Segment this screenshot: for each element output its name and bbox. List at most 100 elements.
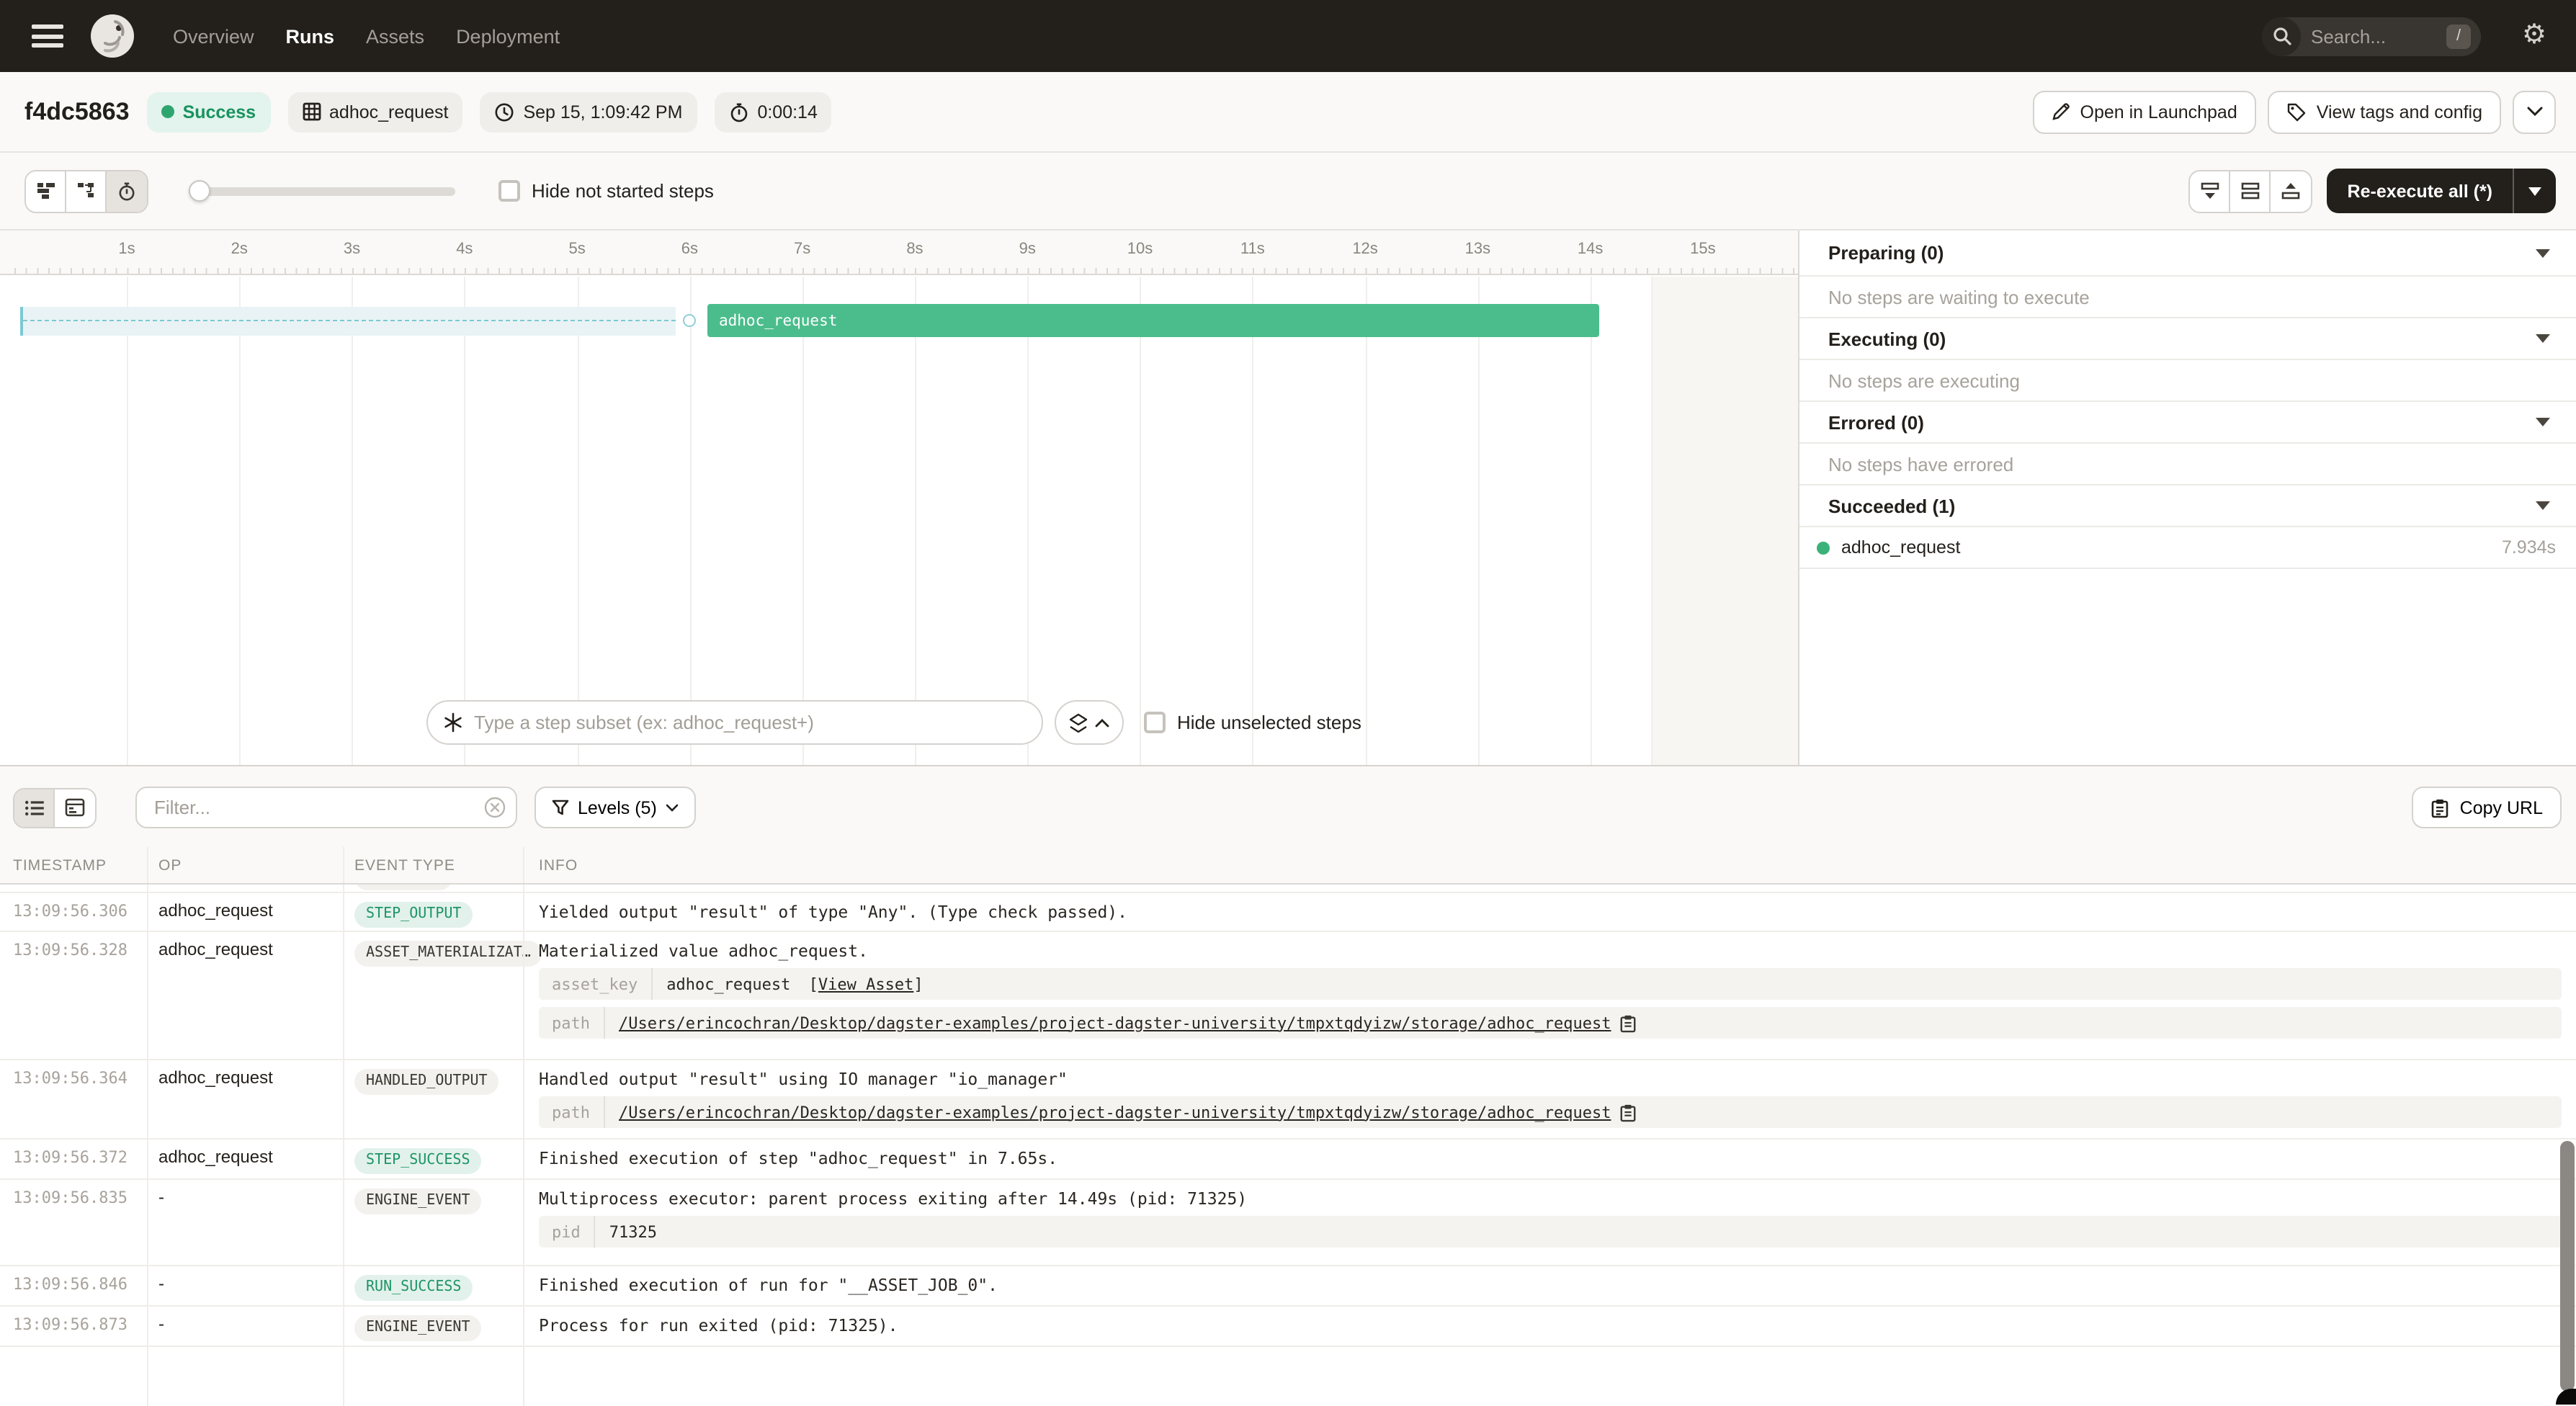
log-info-cell: Yielded output "result" of type "Any". (…: [523, 893, 2576, 931]
log-info-cell: Finished execution of run for "__ASSET_J…: [523, 1266, 2576, 1305]
log-row[interactable]: 13:09:56.835-ENGINE_EVENTMultiprocess ex…: [0, 1180, 2576, 1266]
log-row[interactable]: 13:09:56.364adhoc_requestHANDLED_OUTPUTH…: [0, 1060, 2576, 1139]
gear-icon[interactable]: ⚙: [2513, 14, 2556, 58]
path-link[interactable]: /Users/erincochran/Desktop/dagster-examp…: [619, 1103, 1611, 1121]
succeeded-step-row[interactable]: adhoc_request7.934s: [1799, 527, 2576, 569]
view-tags-and-config-button[interactable]: View tags and config: [2268, 90, 2501, 133]
gantt-time-axis: 1s2s3s4s5s6s7s8s9s10s11s12s13s14s15s: [0, 230, 1798, 275]
dagster-run-page: OverviewRunsAssetsDeployment / ⚙ f4dc586…: [0, 0, 2576, 1405]
zoom-slider[interactable]: [189, 187, 455, 195]
copy-url-button[interactable]: Copy URL: [2412, 787, 2562, 828]
panel-section-title: Errored (0): [1828, 411, 1924, 433]
zoom-slider-knob[interactable]: [189, 179, 210, 201]
dependency-marker-icon: [683, 314, 696, 327]
axis-gridline: [352, 277, 354, 765]
axis-tick: 5s: [568, 241, 585, 258]
caret-down-icon: [2536, 248, 2550, 257]
op-selector-icon: [442, 712, 464, 733]
nav-item-deployment[interactable]: Deployment: [456, 25, 560, 47]
flat-view-icon: [35, 182, 55, 200]
panel-section-succeeded[interactable]: Succeeded (1): [1799, 485, 2576, 527]
log-row[interactable]: 13:09:56.306adhoc_requestSTEP_OUTPUTYiel…: [0, 893, 2576, 932]
nav-item-overview[interactable]: Overview: [173, 25, 254, 47]
levels-filter-button[interactable]: Levels (5): [535, 787, 696, 828]
log-row[interactable]: 13:09:56.328adhoc_requestASSET_MATERIALI…: [0, 932, 2576, 1060]
dagster-logo-icon[interactable]: [89, 13, 135, 59]
log-toolbar: Levels (5) Copy URL: [0, 785, 2576, 830]
log-info-text: Handled output "result" using IO manager…: [539, 1069, 2562, 1089]
chevron-down-icon: [666, 803, 679, 812]
metadata-entry-asset_key: asset_keyadhoc_request [View Asset]: [539, 968, 2562, 1000]
hide-not-started-label[interactable]: Hide not started steps: [532, 180, 714, 202]
timed-view-button[interactable]: [107, 171, 147, 211]
axis-gridline: [127, 277, 128, 765]
axis-tick: 12s: [1352, 241, 1378, 258]
log-timestamp: 13:09:56.873: [0, 1307, 147, 1345]
copy-path-button[interactable]: [1620, 1103, 1637, 1121]
open-in-launchpad-button[interactable]: Open in Launchpad: [2033, 90, 2256, 133]
clock-icon: [494, 102, 514, 122]
path-link[interactable]: /Users/erincochran/Desktop/dagster-examp…: [619, 1013, 1611, 1032]
collapse-panel-button[interactable]: [2191, 171, 2231, 211]
log-section: Levels (5) Copy URL TIMESTAMP OP EVENT T…: [0, 765, 2576, 1405]
status-dot-icon: [161, 105, 174, 118]
panel-empty-text: No steps are executing: [1799, 360, 2576, 402]
after-run-region: [1651, 277, 1798, 765]
flat-view-button[interactable]: [26, 171, 66, 211]
split-panel-button[interactable]: [2231, 171, 2271, 211]
hide-not-started-checkbox[interactable]: [498, 180, 520, 202]
structured-view-button[interactable]: [55, 789, 95, 826]
log-row[interactable]: 13:09:56.372adhoc_requestSTEP_SUCCESSFin…: [0, 1139, 2576, 1180]
view-asset-link[interactable]: View Asset: [818, 975, 913, 993]
step-bar-label: adhoc_request: [707, 312, 837, 329]
job-pill[interactable]: adhoc_request: [287, 91, 462, 132]
waterfall-view-button[interactable]: [66, 171, 107, 211]
log-timestamp: 13:09:56.306: [0, 893, 147, 931]
metadata-value: adhoc_request [View Asset]: [652, 975, 923, 993]
apply-subset-button[interactable]: [1055, 700, 1124, 745]
clear-filter-icon[interactable]: [484, 797, 506, 818]
collapse-panel-icon: [2200, 182, 2220, 200]
axis-tick: 4s: [456, 241, 473, 258]
axis-gridline: [802, 277, 804, 765]
log-row[interactable]: 13:09:56.846-RUN_SUCCESSFinished executi…: [0, 1266, 2576, 1307]
metadata-entry-path: path/Users/erincochran/Desktop/dagster-e…: [539, 1096, 2562, 1128]
caret-down-icon: [2536, 501, 2550, 510]
metadata-text: adhoc_request: [666, 975, 790, 993]
expand-panel-icon: [2281, 182, 2302, 200]
panel-section-executing[interactable]: Executing (0): [1799, 318, 2576, 360]
stopwatch-icon: [728, 102, 748, 122]
panel-section-preparing[interactable]: Preparing (0): [1799, 230, 2576, 277]
nav-item-runs[interactable]: Runs: [286, 25, 335, 47]
log-op: -: [147, 1307, 343, 1345]
nav-links: Overview Runs Assets Deployment: [173, 25, 560, 47]
list-view-button[interactable]: [14, 789, 55, 826]
copy-path-button[interactable]: [1620, 1013, 1637, 1032]
log-filter-input[interactable]: [135, 787, 517, 828]
menu-icon[interactable]: [32, 24, 63, 48]
caret-down-icon: [2536, 418, 2550, 426]
global-search[interactable]: /: [2262, 17, 2481, 55]
col-timestamp: TIMESTAMP: [0, 856, 147, 874]
hide-unselected-label[interactable]: Hide unselected steps: [1177, 712, 1361, 733]
reexecute-menu-button[interactable]: [2513, 169, 2556, 213]
vertical-scrollbar[interactable]: [2560, 1141, 2575, 1392]
panel-section-title: Succeeded (1): [1828, 495, 1955, 516]
success-dot-icon: [1817, 541, 1830, 554]
log-info-text: Materialized value adhoc_request.: [539, 941, 2562, 961]
expand-panel-button[interactable]: [2271, 171, 2312, 211]
hide-unselected-checkbox[interactable]: [1144, 712, 1166, 733]
run-actions-menu-button[interactable]: [2513, 90, 2556, 133]
panel-section-errored[interactable]: Errored (0): [1799, 402, 2576, 444]
structured-view-icon: [65, 798, 85, 817]
axis-gridline: [239, 277, 241, 765]
step-subset-input[interactable]: [426, 700, 1043, 745]
pencil-icon: [2052, 102, 2070, 121]
reexecute-all-button[interactable]: Re-execute all (*): [2327, 169, 2513, 213]
axis-tick: 15s: [1690, 241, 1716, 258]
search-input[interactable]: [2308, 17, 2423, 55]
log-row[interactable]: 13:09:56.873-ENGINE_EVENTProcess for run…: [0, 1307, 2576, 1347]
split-panel-icon: [2240, 182, 2260, 200]
nav-item-assets[interactable]: Assets: [366, 25, 424, 47]
step-bar-adhoc-request[interactable]: adhoc_request: [707, 304, 1599, 337]
